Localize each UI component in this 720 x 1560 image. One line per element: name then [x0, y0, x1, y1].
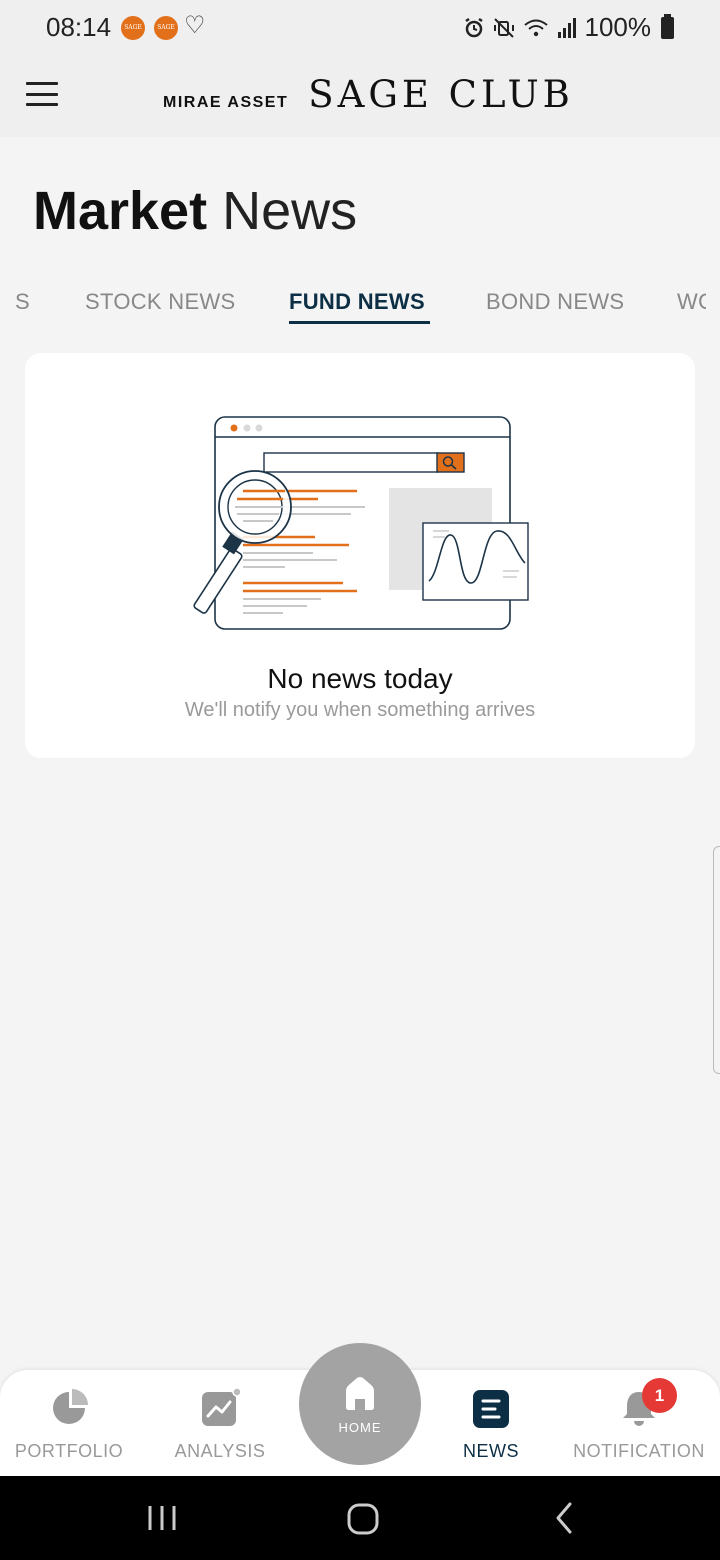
- active-tab-indicator: [289, 321, 430, 324]
- nav-portfolio[interactable]: PORTFOLIO: [14, 1370, 124, 1476]
- sage-club-notification-icon: SAGE CLUB: [121, 16, 145, 40]
- status-time: 08:14: [46, 12, 112, 42]
- news-tabs: S STOCK NEWS FUND NEWS BOND NEWS WO: [0, 285, 706, 329]
- vibrate-mute-icon: [493, 17, 514, 38]
- app-header: MIRAE ASSET SAGE CLUB: [0, 55, 720, 137]
- nav-news[interactable]: NEWS: [446, 1370, 536, 1476]
- nav-notification-label: NOTIFICATION: [573, 1441, 705, 1461]
- home-icon: [346, 1377, 374, 1410]
- empty-state-title: No news today: [267, 663, 453, 694]
- nav-portfolio-label: PORTFOLIO: [14, 1441, 124, 1461]
- sage-club-notification-icon: SAGE CLUB: [154, 16, 178, 40]
- hamburger-menu-icon[interactable]: [26, 82, 58, 106]
- page-title-light: News: [222, 181, 358, 241]
- nav-notification[interactable]: NOTIFICATION: [573, 1370, 705, 1476]
- notification-badge: 1: [642, 1378, 677, 1413]
- tab-partial-left[interactable]: S: [15, 289, 30, 315]
- system-navigation-bar: [0, 1476, 720, 1560]
- no-news-illustration: [193, 416, 529, 630]
- signal-icon: [557, 17, 576, 38]
- trend-chart-icon: [202, 1388, 240, 1426]
- page-title-bold: Market: [33, 181, 208, 241]
- recent-apps-icon[interactable]: [146, 1500, 178, 1536]
- brand-mirae-asset: MIRAE ASSET: [163, 94, 289, 111]
- brand-sage-club: SAGE CLUB: [308, 73, 574, 116]
- pie-chart-icon: [53, 1389, 88, 1424]
- battery-percent: 100%: [584, 12, 652, 42]
- home-label: HOME: [338, 1420, 382, 1435]
- tab-bond-news[interactable]: BOND NEWS: [486, 289, 624, 315]
- empty-state-subtitle: We'll notify you when something arrives: [184, 699, 536, 721]
- edge-panel-handle[interactable]: [713, 846, 720, 1074]
- home-system-icon[interactable]: [346, 1500, 380, 1536]
- status-icons: 100%: [463, 12, 674, 43]
- battery-icon: [661, 13, 674, 39]
- news-list-icon: [473, 1390, 509, 1428]
- alarm-icon: [464, 17, 483, 37]
- home-button[interactable]: HOME: [299, 1343, 421, 1465]
- tab-partial-right[interactable]: WO: [677, 289, 706, 315]
- brand-logo: MIRAE ASSET SAGE CLUB: [163, 73, 574, 116]
- page-title: Market News: [33, 180, 357, 242]
- wifi-icon: [523, 19, 548, 36]
- status-bar: 08:14 SAGE CLUB SAGE CLUB ♡ 100%: [0, 0, 720, 55]
- nav-analysis[interactable]: ANALYSIS: [170, 1370, 270, 1476]
- news-card: No news today We'll notify you when some…: [25, 353, 695, 758]
- nav-news-label: NEWS: [463, 1441, 519, 1461]
- back-icon[interactable]: [552, 1500, 576, 1536]
- tab-stock-news[interactable]: STOCK NEWS: [85, 289, 236, 315]
- tab-fund-news[interactable]: FUND NEWS: [289, 289, 425, 315]
- nav-analysis-label: ANALYSIS: [174, 1441, 266, 1461]
- heart-app-icon: ♡: [184, 12, 206, 39]
